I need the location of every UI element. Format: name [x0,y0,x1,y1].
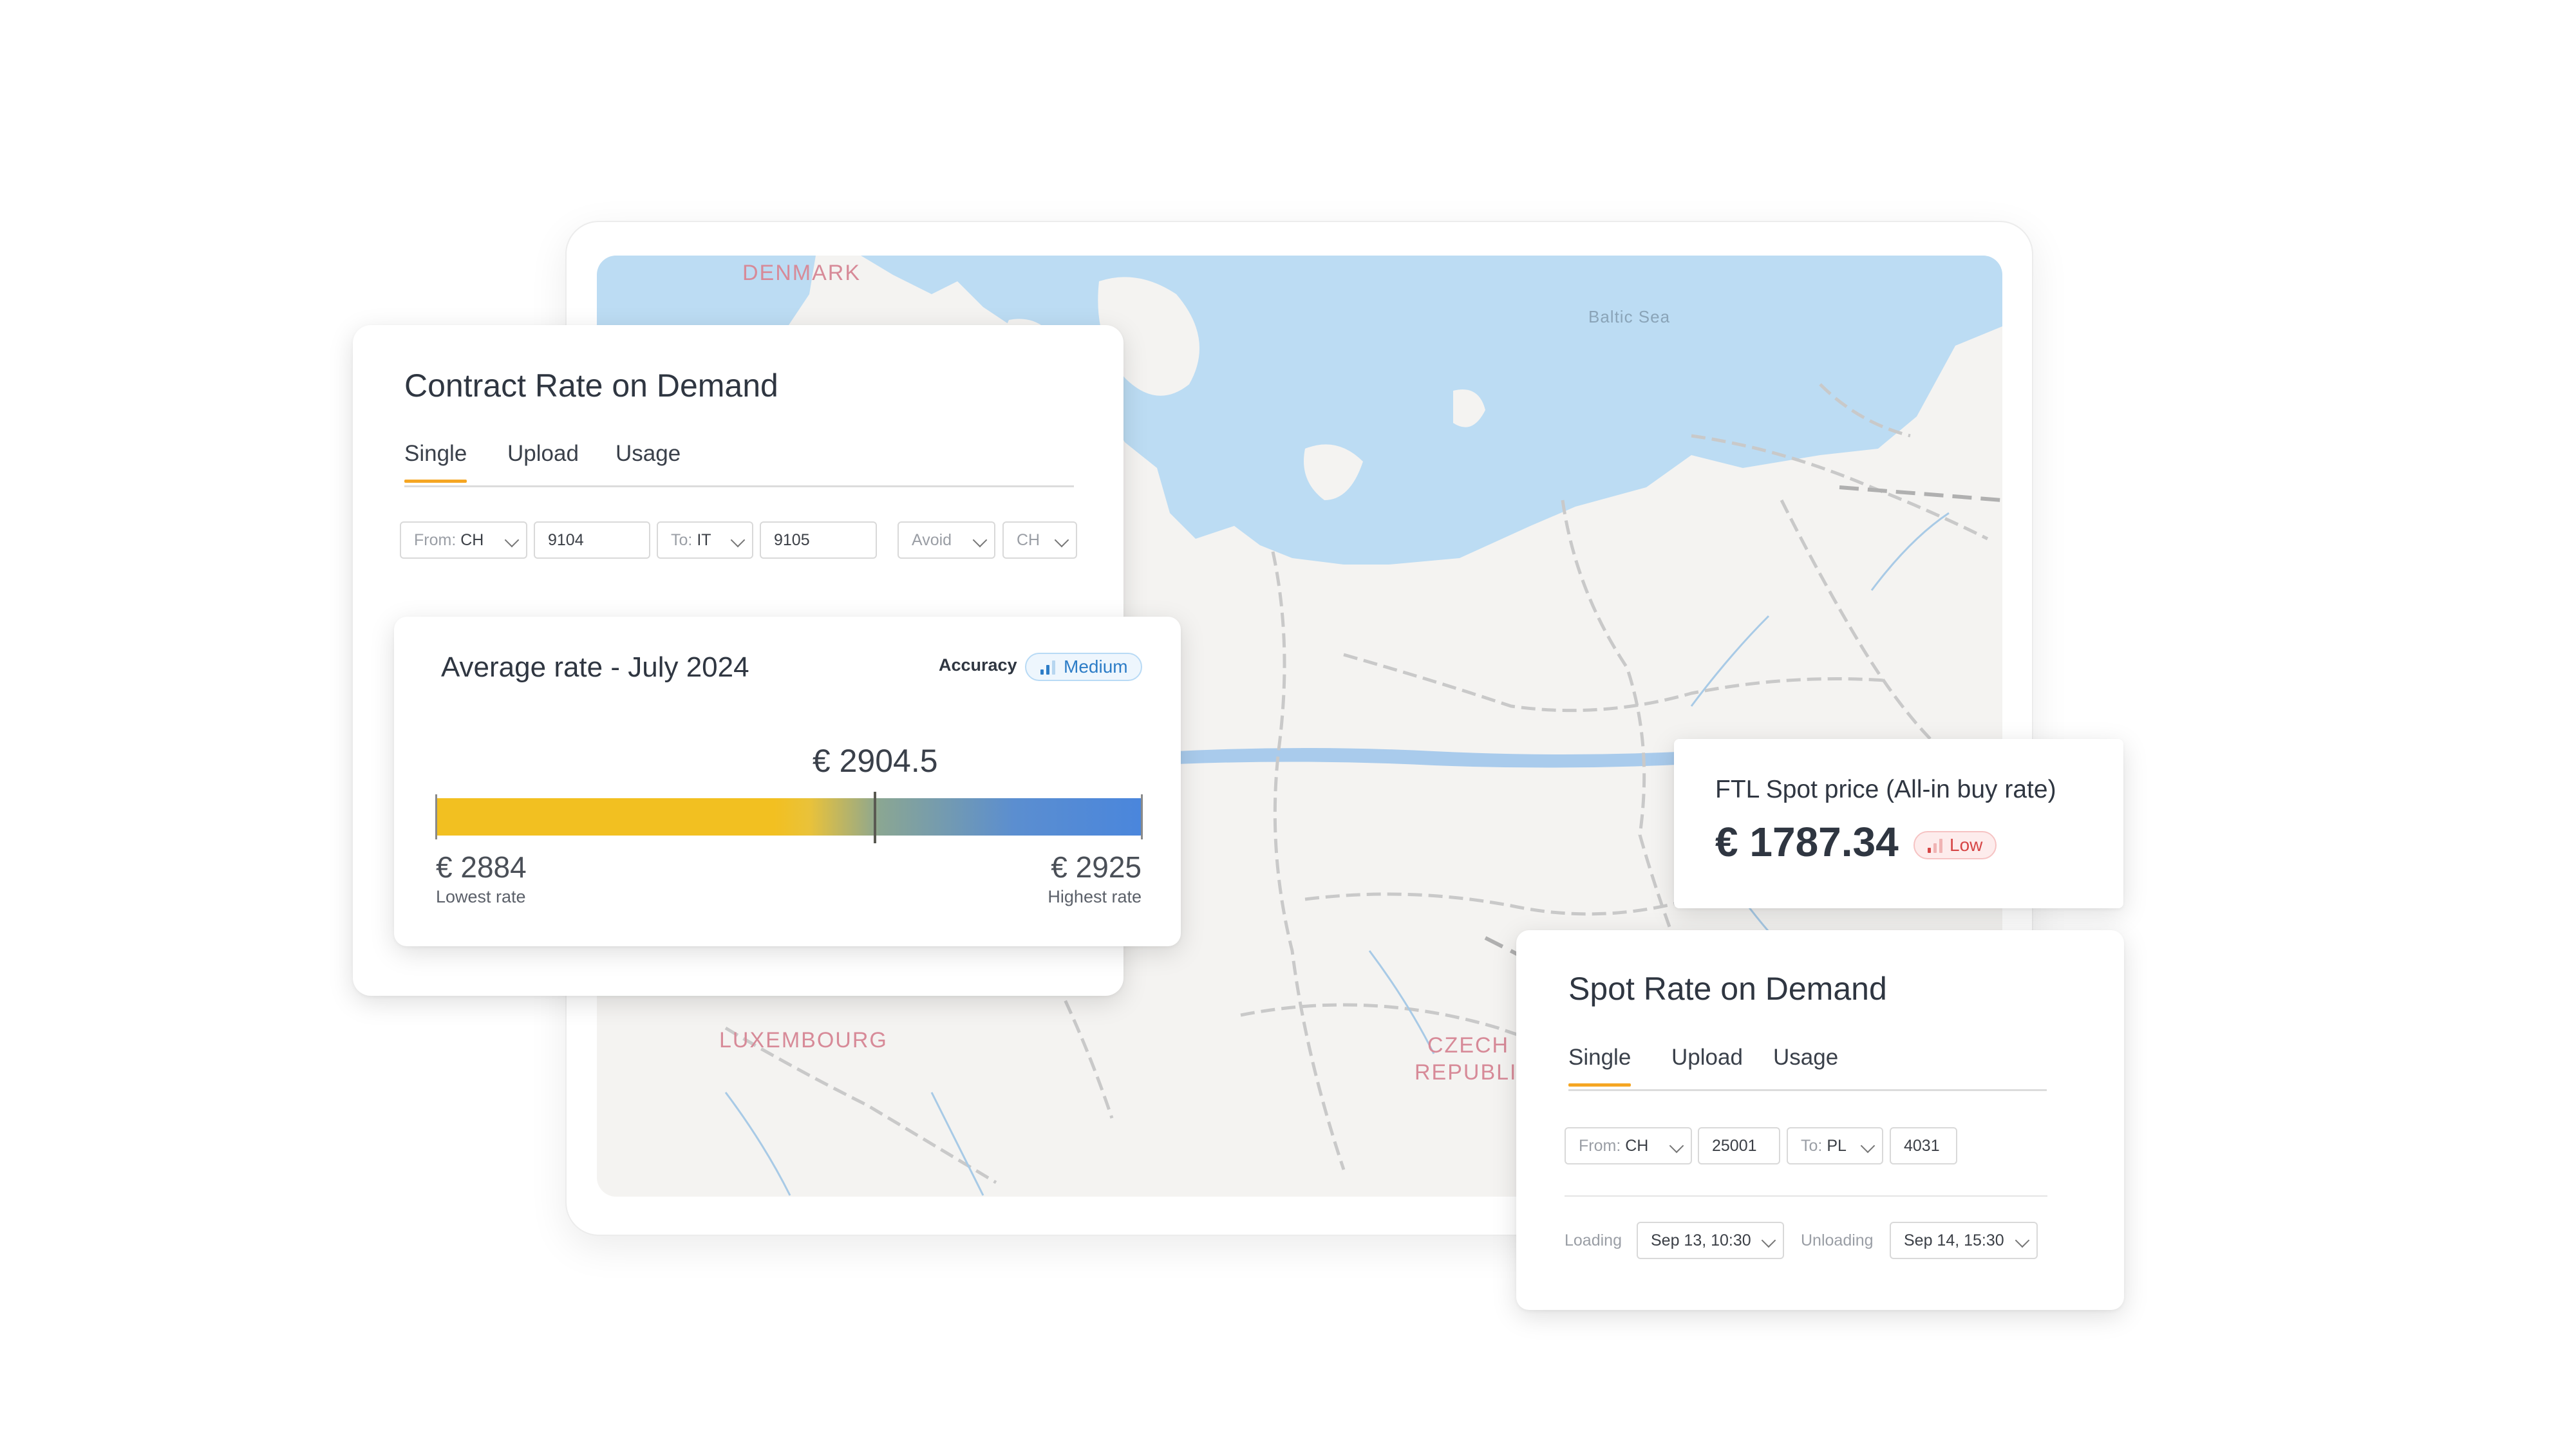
map-label-denmark: DENMARK [742,261,861,285]
spot-price-value: € 1787.34 [1715,819,1899,865]
contract-card-title: Contract Rate on Demand [404,368,778,404]
tab-upload[interactable]: Upload [1671,1045,1743,1070]
chevron-down-icon [1669,1138,1684,1154]
from-value: CH [460,531,484,549]
avoid-country-value: CH [1017,531,1040,549]
accuracy-badge: Medium [1025,653,1142,681]
rate-range-bar [436,798,1142,836]
tab-upload[interactable]: Upload [507,441,579,467]
spot-accuracy-badge: Low [1913,831,1997,859]
to-label: To: [671,531,693,549]
from-country-select[interactable]: From: CH [400,521,527,559]
to-country-select[interactable]: To: IT [657,521,753,559]
tab-usage[interactable]: Usage [616,441,681,467]
chevron-down-icon [972,532,988,548]
unloading-value: Sep 14, 15:30 [1904,1231,2004,1249]
map-label-baltic-sea: Baltic Sea [1588,307,1671,326]
contract-tabs: Single Upload Usage [404,441,1074,487]
from-zip-input[interactable]: 9104 [534,521,650,559]
unloading-label: Unloading [1801,1231,1874,1249]
average-rate-card: Average rate - July 2024 Accuracy Medium… [394,617,1181,946]
accuracy-value: Medium [1064,657,1128,677]
lowest-rate-value: € 2884 [436,850,527,884]
spot-accuracy-value: Low [1950,835,1983,855]
avoid-select[interactable]: Avoid [898,521,995,559]
unloading-datetime-select[interactable]: Sep 14, 15:30 [1890,1222,2038,1259]
lowest-rate-label: Lowest rate [436,887,526,906]
spot-rate-card: Spot Rate on Demand Single Upload Usage … [1516,930,2124,1310]
to-country-select[interactable]: To: PL [1787,1127,1883,1164]
ftl-spot-price-card: FTL Spot price (All-in buy rate) € 1787.… [1674,739,2123,908]
avoid-country-select[interactable]: CH [1002,521,1077,559]
chevron-down-icon [1860,1138,1876,1154]
accuracy-label: Accuracy [939,655,1017,675]
spot-price-title: FTL Spot price (All-in buy rate) [1715,776,2056,803]
from-label: From: [414,531,456,549]
range-start-tick [435,794,437,839]
chevron-down-icon [1761,1233,1776,1248]
tab-single[interactable]: Single [404,441,467,483]
divider [1565,1195,2047,1197]
map-label-luxembourg: LUXEMBOURG [719,1028,888,1052]
from-value: CH [1625,1137,1649,1155]
average-marker [874,792,877,843]
from-label: From: [1579,1137,1621,1155]
to-value: IT [697,531,711,549]
chevron-down-icon [730,532,746,548]
spot-card-title: Spot Rate on Demand [1568,971,1887,1007]
to-zip-input[interactable]: 9105 [760,521,877,559]
loading-label: Loading [1565,1231,1622,1249]
chevron-down-icon [2015,1233,2030,1248]
to-label: To: [1801,1137,1823,1155]
highest-rate-label: Highest rate [1048,887,1142,906]
from-country-select[interactable]: From: CH [1565,1127,1692,1164]
avoid-label: Avoid [912,531,952,549]
signal-bars-icon [1928,839,1946,853]
signal-bars-icon [1040,660,1058,675]
range-end-tick [1141,794,1143,839]
map-label-czech: CZECH [1427,1033,1510,1058]
chevron-down-icon [1054,532,1069,548]
spot-tabs: Single Upload Usage [1568,1045,2047,1091]
to-zip-input[interactable]: 4031 [1890,1127,1957,1164]
chevron-down-icon [504,532,520,548]
tab-single[interactable]: Single [1568,1045,1631,1087]
tab-usage[interactable]: Usage [1773,1045,1838,1070]
average-rate-value: € 2904.5 [812,743,938,779]
from-zip-input[interactable]: 25001 [1698,1127,1780,1164]
loading-value: Sep 13, 10:30 [1651,1231,1751,1249]
highest-rate-value: € 2925 [1051,850,1142,884]
loading-datetime-select[interactable]: Sep 13, 10:30 [1637,1222,1784,1259]
average-card-title: Average rate - July 2024 [441,651,749,683]
to-value: PL [1827,1137,1847,1155]
